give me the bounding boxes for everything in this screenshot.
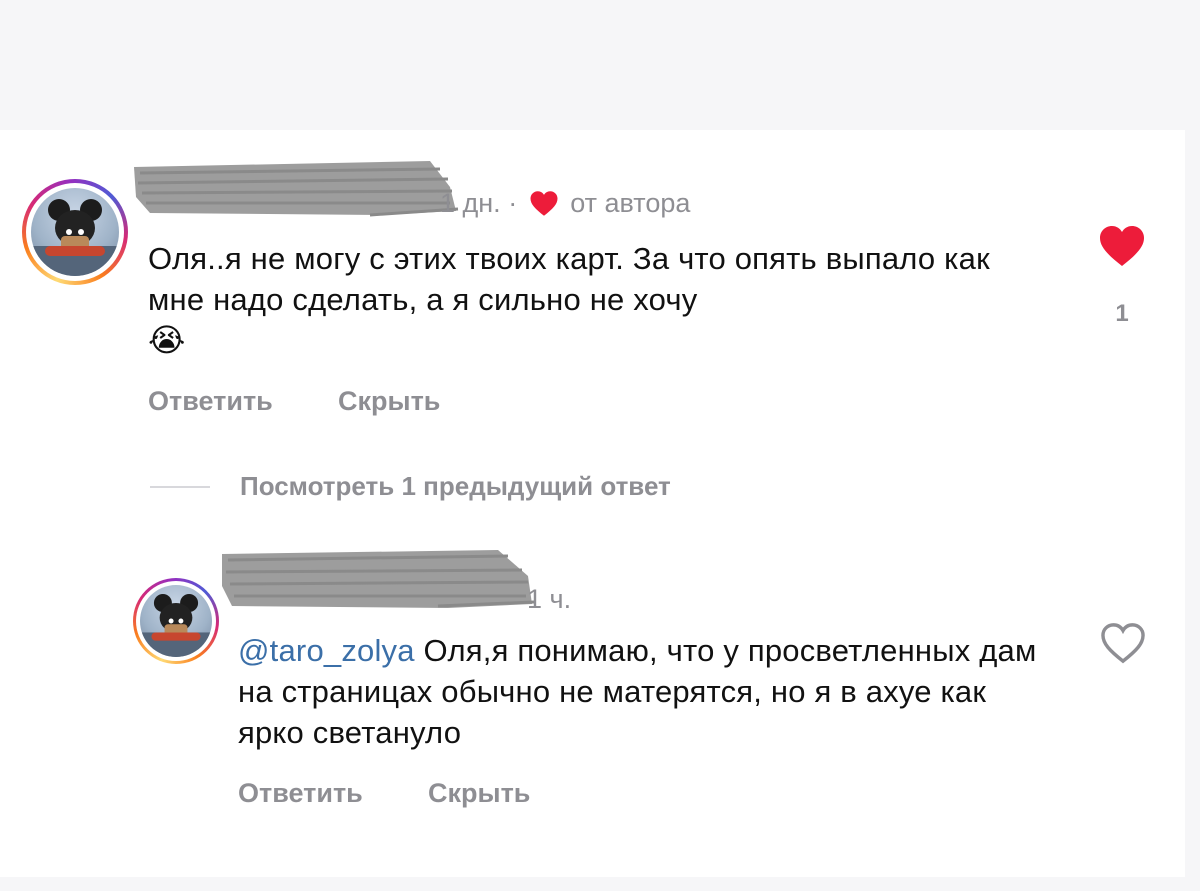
crying-emoji: 😭: [148, 322, 186, 358]
redacted-reply-username: [222, 550, 535, 608]
reply-reply-button[interactable]: Ответить: [238, 778, 363, 809]
reply-avatar-image: [140, 594, 212, 657]
reply-time: 1 ч.: [527, 584, 572, 614]
heart-small-icon: [530, 191, 558, 216]
redacted-username: [134, 161, 459, 217]
heart-outline-icon[interactable]: [1100, 622, 1146, 664]
comment-text: Оля..я не могу с этих твоих карт. За что…: [148, 241, 990, 317]
heart-filled-icon[interactable]: [1098, 224, 1146, 268]
liked-by-author-label: от автора: [570, 188, 691, 218]
mention-link[interactable]: @taro_zolya: [238, 633, 415, 668]
reply-meta: 1 ч.: [527, 584, 571, 615]
hide-button[interactable]: Скрыть: [338, 386, 440, 417]
avatar[interactable]: [22, 179, 128, 285]
comment-time: 1 дн.: [440, 188, 501, 218]
reply-button[interactable]: Ответить: [148, 386, 273, 417]
comment-meta: 1 дн. · от автора: [440, 188, 690, 219]
view-previous-replies-button[interactable]: Посмотреть 1 предыдущий ответ: [240, 471, 671, 502]
reply-hide-button[interactable]: Скрыть: [428, 778, 530, 809]
avatar-image: [31, 199, 119, 276]
reply-body: @taro_zolya Оля,я понимаю, что у просвет…: [238, 630, 1058, 753]
meta-separator: ·: [508, 188, 518, 218]
comment-body: Оля..я не могу с этих твоих карт. За что…: [148, 238, 1048, 361]
replies-divider: [150, 486, 210, 488]
reply-avatar[interactable]: [133, 578, 219, 664]
like-count[interactable]: 1: [1098, 300, 1146, 328]
